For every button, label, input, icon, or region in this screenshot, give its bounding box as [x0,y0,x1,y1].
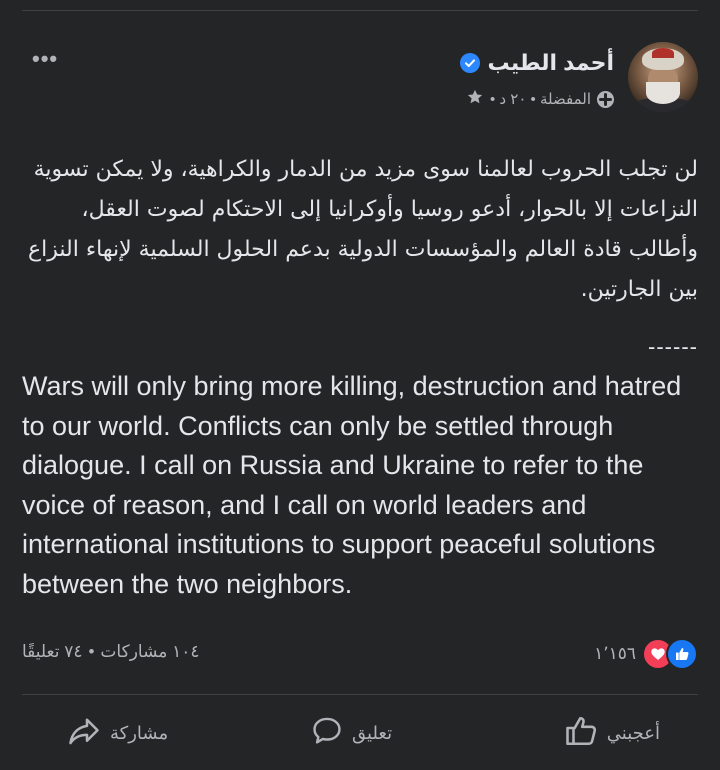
comment-button[interactable]: تعليق [310,708,392,758]
star-icon [466,88,484,110]
stats-dot: • [88,642,95,661]
post-meta-text[interactable]: المفضلة • ٢٠ د • [490,90,591,108]
globe-icon[interactable] [597,90,614,108]
actions-divider [22,694,698,695]
more-icon[interactable]: ••• [32,46,58,72]
comment-label: تعليق [352,722,393,743]
reactions-count: ١٬١٥٦ [594,644,636,663]
post-stats: ١٬١٥٦ ٧٤ تعليقًا • ١٠٤ مشاركات [22,636,698,670]
like-button[interactable]: أعجبني [563,708,660,758]
like-icon [563,713,599,754]
post-text-arabic: لن تجلب الحروب لعالمنا سوى مزيد من الدما… [28,157,698,302]
author-row: أحمد الطيب [459,50,614,76]
share-icon [66,713,102,754]
share-label: مشاركة [110,722,169,743]
shares-count[interactable]: ١٠٤ مشاركات [100,642,199,662]
verified-icon [459,53,480,73]
like-reaction-icon [666,638,698,670]
post-actions: أعجبني تعليق مشاركة [0,708,720,758]
post-header: أحمد الطيب المفضلة • ٢٠ د • ••• [22,42,698,122]
comment-icon [310,714,344,753]
author-name[interactable]: أحمد الطيب [488,50,614,76]
author-avatar[interactable] [628,42,698,112]
post-card: أحمد الطيب المفضلة • ٢٠ د • ••• لن تجلب … [0,22,720,770]
post-meta: المفضلة • ٢٠ د • [466,88,614,110]
post-text-english: Wars will only bring more killing, destr… [22,371,682,599]
top-divider [22,10,698,11]
share-button[interactable]: مشاركة [66,708,168,758]
text-separator: ------ [648,334,698,359]
like-label: أعجبني [606,722,660,743]
engagement-counts: ٧٤ تعليقًا • ١٠٤ مشاركات [22,642,200,662]
comments-count[interactable]: ٧٤ تعليقًا [22,642,82,662]
reactions-summary[interactable]: ١٬١٥٦ [594,638,698,670]
